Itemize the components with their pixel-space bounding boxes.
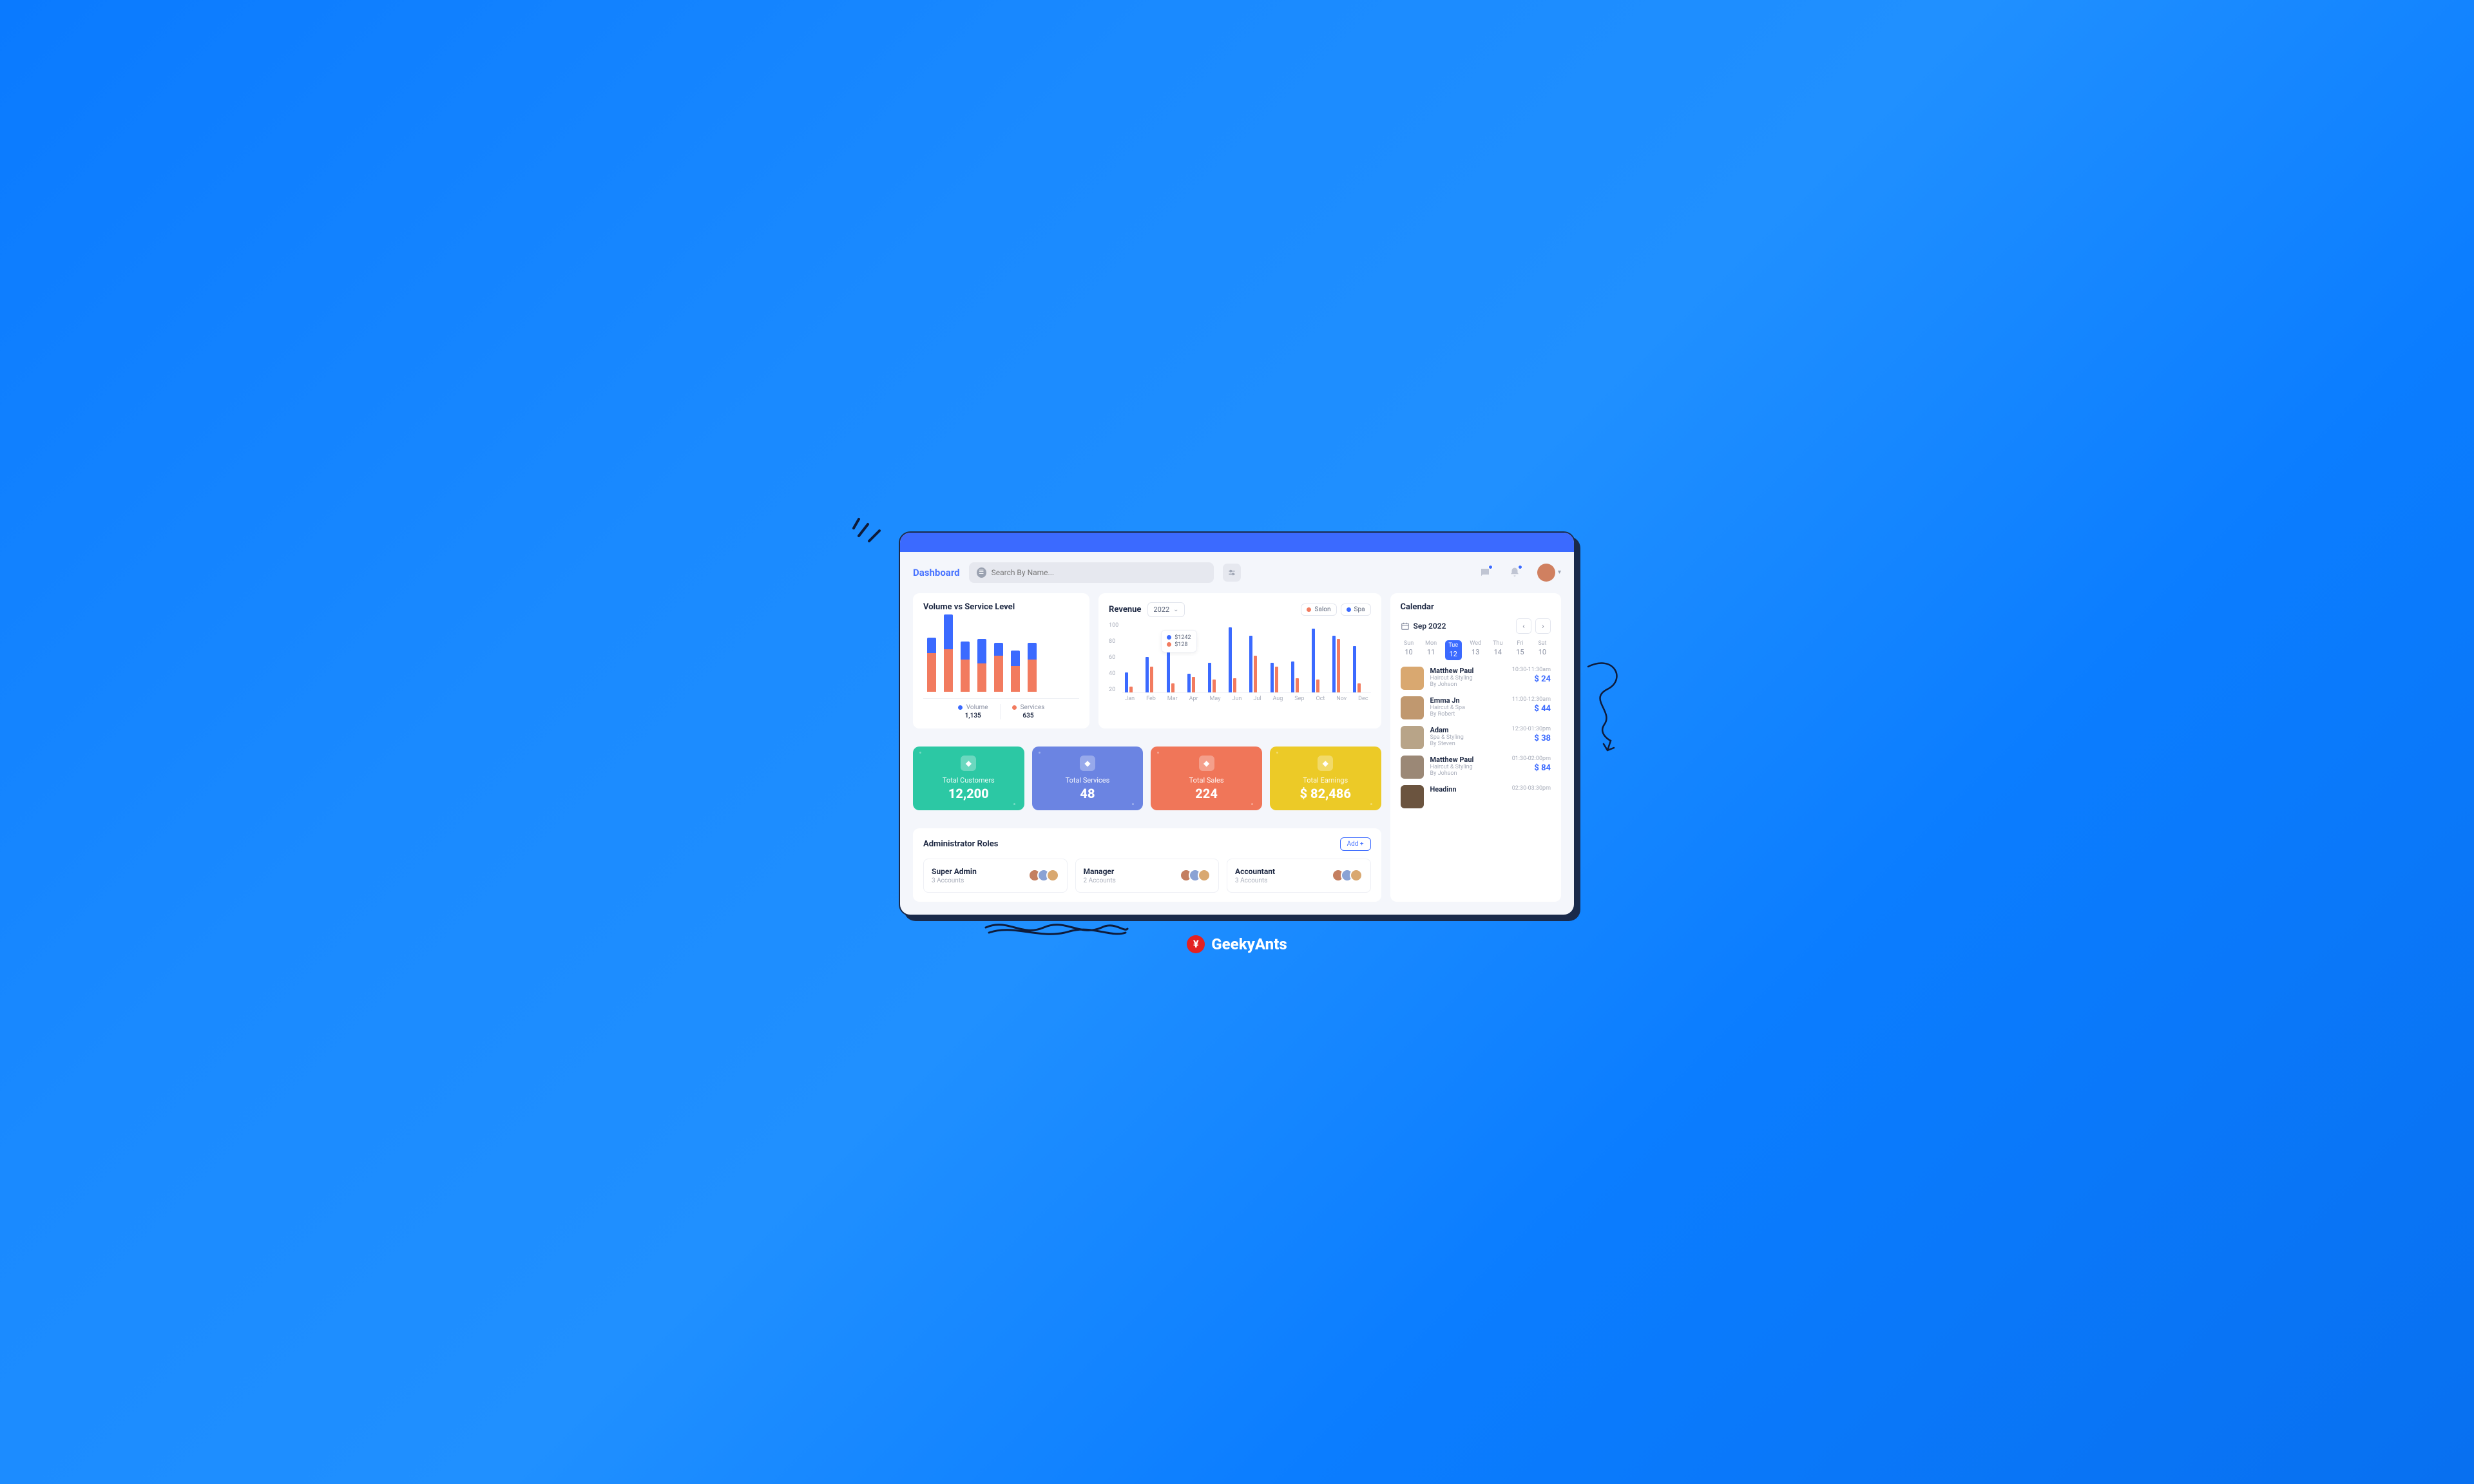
prev-month-button[interactable]: ‹ bbox=[1516, 618, 1531, 634]
stat-card[interactable]: ◆Total Services48 bbox=[1032, 747, 1144, 810]
bar-group bbox=[1271, 622, 1285, 692]
bar bbox=[927, 638, 936, 692]
settings-toggle-button[interactable] bbox=[1223, 564, 1241, 582]
card-title: Volume vs Service Level bbox=[923, 602, 1079, 612]
avatar bbox=[1401, 667, 1424, 690]
search-bar[interactable]: ☰ bbox=[969, 562, 1214, 583]
add-role-button[interactable]: Add + bbox=[1340, 837, 1371, 851]
appointment-item[interactable]: Headinn02:30-03:30pm bbox=[1401, 785, 1551, 808]
chevron-down-icon: ⌄ bbox=[1173, 606, 1178, 613]
weekday[interactable]: Thu14 bbox=[1490, 640, 1506, 660]
chart-legend: Volume1,135Services635 bbox=[923, 698, 1079, 719]
notification-dot bbox=[1518, 565, 1522, 569]
card-title: Revenue bbox=[1109, 605, 1141, 614]
avatar bbox=[1537, 564, 1555, 582]
week-strip: Sun10 Mon11 Tue12 Wed13 Thu14 Fri15 Sat10 bbox=[1401, 640, 1551, 660]
weekday[interactable]: Sat10 bbox=[1534, 640, 1551, 660]
card-title: Administrator Roles bbox=[923, 839, 998, 849]
notification-dot bbox=[1488, 565, 1493, 569]
appointments-list: Matthew PaulHaircut & StylingBy Johson10… bbox=[1401, 667, 1551, 808]
role-card[interactable]: Manager2 Accounts bbox=[1075, 859, 1220, 893]
stat-card[interactable]: ◆Total Sales224 bbox=[1151, 747, 1262, 810]
appointment-item[interactable]: Matthew PaulHaircut & StylingBy Johson10… bbox=[1401, 667, 1551, 690]
bar-group bbox=[1312, 622, 1327, 692]
ant-icon: ¥ bbox=[1187, 935, 1205, 953]
search-input[interactable] bbox=[992, 568, 1206, 577]
calendar-card: Calendar Sep 2022 ‹ › Sun10 Mon11 Tue12 bbox=[1390, 593, 1561, 902]
weekday[interactable]: Fri15 bbox=[1511, 640, 1528, 660]
y-axis: 10080604020 bbox=[1109, 622, 1122, 693]
avatar-stack bbox=[1184, 869, 1211, 882]
user-menu[interactable]: ▾ bbox=[1537, 564, 1561, 582]
series-chip[interactable]: Salon bbox=[1301, 604, 1336, 616]
appointment-item[interactable]: Emma JnHaircut & SpaBy Robert11:00-12:30… bbox=[1401, 696, 1551, 719]
bar-group bbox=[1353, 622, 1368, 692]
volume-card: Volume vs Service Level Volume1,135Servi… bbox=[913, 593, 1089, 728]
stats-row: ◆Total Customers12,200◆Total Services48◆… bbox=[913, 747, 1381, 810]
role-card[interactable]: Super Admin3 Accounts bbox=[923, 859, 1068, 893]
revenue-card: Revenue 2022 ⌄ Salon Spa 10080604020 bbox=[1098, 593, 1381, 728]
weekday[interactable]: Tue12 bbox=[1445, 640, 1462, 660]
stat-card[interactable]: ◆Total Earnings$ 82,486 bbox=[1270, 747, 1381, 810]
card-title: Calendar bbox=[1401, 602, 1551, 612]
weekday[interactable]: Sun10 bbox=[1401, 640, 1417, 660]
series-chip[interactable]: Spa bbox=[1341, 604, 1371, 616]
person-icon: ◆ bbox=[961, 756, 976, 771]
bar-group bbox=[1146, 622, 1160, 692]
avatar-stack bbox=[1032, 869, 1059, 882]
topbar: Dashboard ☰ ▾ bbox=[913, 562, 1561, 583]
window-titlebar bbox=[900, 533, 1574, 552]
bar-group bbox=[1249, 622, 1264, 692]
bar bbox=[1028, 643, 1037, 692]
appointment-item[interactable]: Matthew PaulHaircut & StylingBy Johson01… bbox=[1401, 756, 1551, 779]
bar-group bbox=[1229, 622, 1243, 692]
volume-chart bbox=[923, 621, 1079, 692]
avatar-stack bbox=[1336, 869, 1363, 882]
bar bbox=[994, 643, 1003, 692]
stat-card[interactable]: ◆Total Customers12,200 bbox=[913, 747, 1024, 810]
decorative-doodle bbox=[847, 509, 892, 547]
bar bbox=[1011, 651, 1020, 692]
bar bbox=[944, 614, 953, 692]
calendar-month[interactable]: Sep 2022 bbox=[1401, 622, 1446, 631]
admin-roles-card: Administrator Roles Add + Super Admin3 A… bbox=[913, 828, 1381, 902]
avatar bbox=[1401, 726, 1424, 749]
revenue-chart bbox=[1122, 622, 1370, 692]
year-picker[interactable]: 2022 ⌄ bbox=[1147, 602, 1184, 617]
next-month-button[interactable]: › bbox=[1535, 618, 1551, 634]
bar-group bbox=[1332, 622, 1347, 692]
brand-logo: ¥ GeekyAnts bbox=[1187, 935, 1287, 953]
series-filter: Salon Spa bbox=[1301, 604, 1370, 616]
weekday[interactable]: Mon11 bbox=[1423, 640, 1439, 660]
scissors-icon: ◆ bbox=[1080, 756, 1095, 771]
avatar bbox=[1401, 785, 1424, 808]
bar-group bbox=[1208, 622, 1223, 692]
weekday[interactable]: Wed13 bbox=[1467, 640, 1484, 660]
role-card[interactable]: Accountant3 Accounts bbox=[1227, 859, 1371, 893]
bar bbox=[977, 639, 986, 692]
page-title: Dashboard bbox=[913, 567, 960, 578]
bar-group bbox=[1291, 622, 1306, 692]
avatar bbox=[1401, 696, 1424, 719]
x-axis: JanFebMarAprMayJunJulAugSepOctNovDec bbox=[1122, 693, 1370, 702]
appointment-item[interactable]: AdamSpa & StylingBy Steven12:30-01:30pm$… bbox=[1401, 726, 1551, 749]
chart-icon: ◆ bbox=[1199, 756, 1214, 771]
bar-group bbox=[1125, 622, 1140, 692]
chevron-down-icon: ▾ bbox=[1558, 569, 1561, 576]
notifications-button[interactable] bbox=[1508, 566, 1522, 580]
decorative-doodle bbox=[983, 915, 1131, 940]
calendar-icon bbox=[1401, 622, 1410, 631]
avatar bbox=[1401, 756, 1424, 779]
messages-button[interactable] bbox=[1478, 566, 1492, 580]
bar bbox=[961, 642, 970, 692]
app-frame: Dashboard ☰ ▾ bbox=[899, 531, 1575, 916]
decorative-doodle bbox=[1575, 654, 1653, 757]
chart-tooltip: $1242 $128 bbox=[1161, 630, 1196, 652]
coin-icon: ◆ bbox=[1318, 756, 1333, 771]
search-icon: ☰ bbox=[977, 567, 986, 578]
